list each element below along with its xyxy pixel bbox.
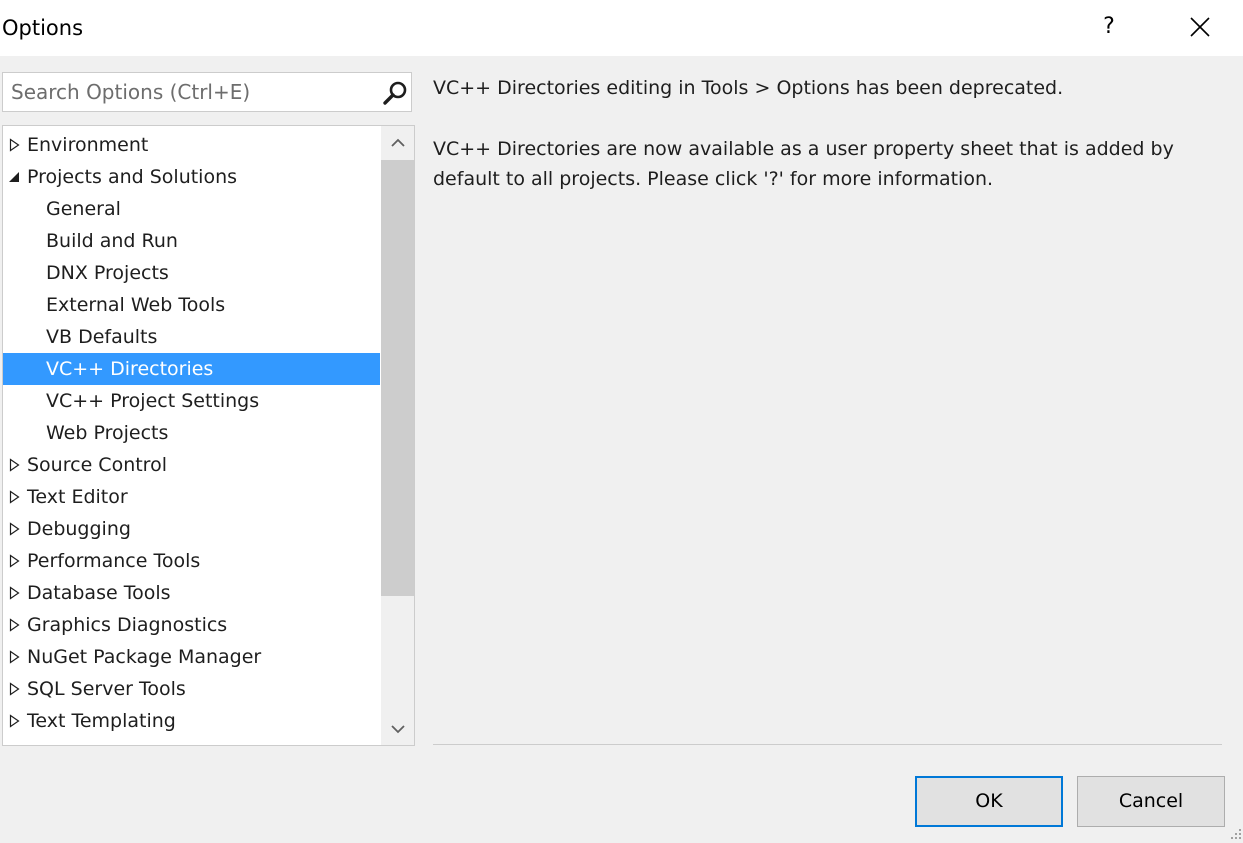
- deprecation-message: VC++ Directories editing in Tools > Opti…: [433, 77, 1064, 99]
- collapsed-arrow-icon[interactable]: [9, 554, 21, 568]
- tree-item-label: VC++ Directories: [46, 358, 214, 380]
- chevron-up-icon: [391, 138, 405, 147]
- options-tree: Environment Projects and Solutions General…: [2, 125, 415, 746]
- tree-item-label: DNX Projects: [46, 262, 169, 284]
- tree-item[interactable]: DNX Projects: [3, 257, 380, 289]
- scroll-down-button[interactable]: [381, 714, 414, 744]
- tree-item-label: Source Control: [27, 454, 167, 476]
- tree-item[interactable]: External Web Tools: [3, 289, 380, 321]
- tree-item-label: Environment: [27, 134, 149, 156]
- divider: [433, 744, 1222, 745]
- search-box: [2, 72, 412, 112]
- tree-item[interactable]: Debugging: [3, 513, 380, 545]
- tree-item-label: Text Templating: [27, 710, 176, 732]
- resize-grip-icon[interactable]: [1230, 828, 1242, 840]
- expanded-arrow-icon[interactable]: [9, 170, 21, 184]
- info-message: VC++ Directories are now available as a …: [433, 138, 1174, 190]
- tree-scrollbar[interactable]: [381, 126, 414, 745]
- cancel-button[interactable]: Cancel: [1077, 776, 1225, 827]
- tree-item[interactable]: Environment: [3, 129, 380, 161]
- collapsed-arrow-icon[interactable]: [9, 138, 21, 152]
- tree-item-label: Text Editor: [27, 486, 128, 508]
- content-pane: VC++ Directories editing in Tools > Opti…: [433, 74, 1223, 194]
- close-button[interactable]: [1177, 4, 1223, 50]
- close-icon: [1190, 17, 1210, 37]
- collapsed-arrow-icon[interactable]: [9, 714, 21, 728]
- tree-item-label: Web Projects: [46, 422, 169, 444]
- tree-item-label: SQL Server Tools: [27, 678, 186, 700]
- tree-item[interactable]: NuGet Package Manager: [3, 641, 380, 673]
- collapsed-arrow-icon[interactable]: [9, 458, 21, 472]
- tree-item-label: VC++ Project Settings: [46, 390, 260, 412]
- tree-item[interactable]: VB Defaults: [3, 321, 380, 353]
- tree-item[interactable]: Web Projects: [3, 417, 380, 449]
- tree-item[interactable]: Graphics Diagnostics: [3, 609, 380, 641]
- tree-item[interactable]: General: [3, 193, 380, 225]
- tree-item-label: Graphics Diagnostics: [27, 614, 228, 636]
- tree-item[interactable]: VC++ Directories: [3, 353, 380, 385]
- tree-item-label: VB Defaults: [46, 326, 158, 348]
- scroll-up-button[interactable]: [381, 128, 414, 158]
- tree-item-label: Database Tools: [27, 582, 171, 604]
- tree-item-label: NuGet Package Manager: [27, 646, 262, 668]
- tree-item[interactable]: Text Editor: [3, 481, 380, 513]
- collapsed-arrow-icon[interactable]: [9, 586, 21, 600]
- help-button[interactable]: ?: [1086, 4, 1132, 50]
- tree-item-label: Performance Tools: [27, 550, 201, 572]
- tree-item[interactable]: Build and Run: [3, 225, 380, 257]
- search-input[interactable]: [3, 73, 379, 111]
- tree-item-label: External Web Tools: [46, 294, 226, 316]
- scroll-thumb[interactable]: [381, 160, 414, 596]
- collapsed-arrow-icon[interactable]: [9, 490, 21, 504]
- tree-item[interactable]: VC++ Project Settings: [3, 385, 380, 417]
- tree-item-label: Build and Run: [46, 230, 178, 252]
- tree-items: Environment Projects and Solutions General…: [3, 129, 380, 745]
- ok-button[interactable]: OK: [915, 776, 1063, 827]
- chevron-down-icon: [391, 725, 405, 734]
- collapsed-arrow-icon[interactable]: [9, 522, 21, 536]
- tree-item-label: Web Forms Designer: [27, 737, 223, 745]
- tree-item-label: General: [46, 198, 121, 220]
- tree-item[interactable]: Text Templating: [3, 705, 380, 737]
- tree-item[interactable]: Projects and Solutions: [3, 161, 380, 193]
- tree-item[interactable]: SQL Server Tools: [3, 673, 380, 705]
- collapsed-arrow-icon[interactable]: [9, 650, 21, 664]
- tree-item[interactable]: Web Forms Designer: [3, 737, 380, 745]
- search-icon[interactable]: [381, 79, 409, 107]
- tree-item-label: Debugging: [27, 518, 131, 540]
- tree-item[interactable]: Source Control: [3, 449, 380, 481]
- collapsed-arrow-icon[interactable]: [9, 618, 21, 632]
- dialog-title: Options: [2, 16, 84, 40]
- collapsed-arrow-icon[interactable]: [9, 682, 21, 696]
- tree-item[interactable]: Database Tools: [3, 577, 380, 609]
- tree-item-label: Projects and Solutions: [27, 166, 238, 188]
- tree-item[interactable]: Performance Tools: [3, 545, 380, 577]
- title-bar: Options ?: [0, 0, 1243, 56]
